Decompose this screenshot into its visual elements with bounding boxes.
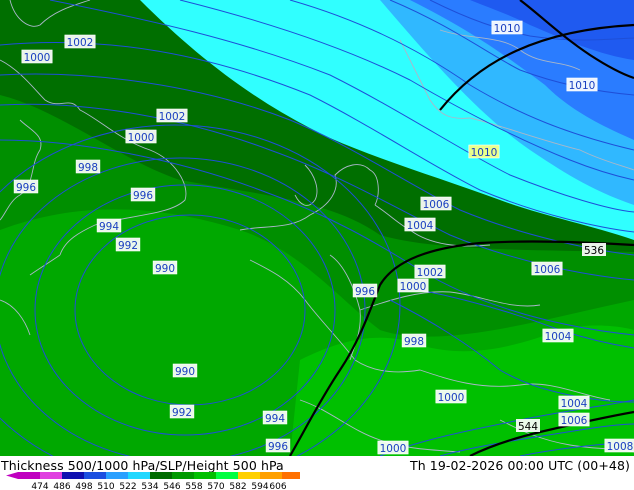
colorbar-swatch: [106, 472, 128, 479]
isobar-label-text: 992: [118, 240, 138, 252]
isobar-label: 990: [172, 363, 198, 378]
isobar-label: 998: [401, 333, 427, 348]
isobar-label: 1002: [414, 264, 446, 279]
isobar-label-text: 1004: [545, 331, 572, 343]
isobar-label: 1010: [566, 77, 598, 92]
colorbar-swatch: [40, 472, 62, 479]
isobar-label-text: 1004: [561, 398, 588, 410]
colorbar-swatch: [260, 472, 282, 479]
colorbar-swatches: [6, 472, 300, 479]
isobar-label: 992: [169, 404, 195, 419]
isobar-label: 1006: [420, 196, 452, 211]
isobar-label-text: 1010: [569, 80, 596, 92]
thickness-label: 544: [516, 419, 540, 433]
isobar-label-text: 1000: [128, 132, 155, 144]
isobar-label: 1000: [397, 278, 429, 293]
colorbar-tick-label: 546: [163, 482, 180, 490]
isobar-label: 990: [152, 260, 178, 275]
isobar-label: 1010: [468, 144, 500, 159]
isobar-label: 1000: [377, 440, 409, 455]
isobar-label-text: 1006: [423, 199, 450, 211]
colorbar-tick-label: 594: [251, 482, 268, 490]
isobar-label: 996: [13, 179, 39, 194]
isobar-label-text: 1010: [471, 147, 498, 159]
isobar-label: 996: [352, 283, 378, 298]
isobar-label-text: 994: [265, 413, 285, 425]
isobar-label-text: 1008: [607, 441, 634, 453]
isobar-label-text: 998: [78, 162, 98, 174]
colorbar-tick-label: 498: [75, 482, 92, 490]
isobar-label-text: 1006: [561, 415, 588, 427]
colorbar-swatch: [62, 472, 84, 479]
isobar-label-text: 992: [172, 407, 192, 419]
colorbar-tick-label: 474: [31, 482, 48, 490]
isobar-label-text: 1000: [400, 281, 427, 293]
colorbar-swatch: [128, 472, 150, 479]
isobar-label-text: 1002: [67, 37, 94, 49]
colorbar-ticks: 474 486 498 510 522 534 546 558 570 582 594 606: [31, 482, 286, 490]
isobar-label-text: 1002: [417, 267, 444, 279]
isobar-label-text: 996: [355, 286, 375, 298]
isobar-label: 1010: [491, 20, 523, 35]
thickness-label: 536: [582, 243, 606, 257]
colorbar-tick-label: 582: [229, 482, 246, 490]
colorbar-swatch: [18, 472, 40, 479]
isobar-label-text: 998: [404, 336, 424, 348]
colorbar-min-arrow: [6, 472, 18, 479]
colorbar-tick-label: 510: [97, 482, 114, 490]
colorbar-tick-label: 606: [269, 482, 286, 490]
weather-map: 1000 1002 1002 1000 998 996 996 994 992 990 990 992…: [0, 0, 634, 456]
isobar-label: 1000: [21, 49, 53, 64]
colorbar-tick-label: 486: [53, 482, 70, 490]
isobar-label-text: 996: [16, 182, 36, 194]
isobar-label: 998: [75, 159, 101, 174]
isobar-label-text: 996: [268, 441, 288, 453]
colorbar-tick-label: 534: [141, 482, 158, 490]
isobar-label-text: 1000: [24, 52, 51, 64]
isobar-label: 1004: [404, 217, 436, 232]
isobar-label: 1002: [156, 108, 188, 123]
isobar-label-text: 994: [99, 221, 119, 233]
colorbar-swatch: [194, 472, 216, 479]
colorbar-swatch: [238, 472, 260, 479]
isobar-label-text: 1006: [534, 264, 561, 276]
colorbar-swatch: [84, 472, 106, 479]
isobar-label-text: 1000: [438, 392, 465, 404]
isobar-label: 996: [265, 438, 291, 453]
thickness-label-text: 536: [584, 245, 604, 257]
isobar-label-text: 990: [175, 366, 195, 378]
isobar-label: 1002: [64, 34, 96, 49]
isobar-label: 1004: [542, 328, 574, 343]
isobar-label: 1008: [604, 438, 634, 453]
colorbar-tick-label: 558: [185, 482, 202, 490]
isobar-label-text: 990: [155, 263, 175, 275]
colorbar-swatch: [216, 472, 238, 479]
colorbar-tick-label: 522: [119, 482, 136, 490]
colorbar-swatch: [282, 472, 300, 479]
isobar-label: 1006: [558, 412, 590, 427]
isobar-label: 1004: [558, 395, 590, 410]
isobar-label-text: 1010: [494, 23, 521, 35]
thickness-label-text: 544: [518, 421, 538, 433]
isobar-label: 1000: [125, 129, 157, 144]
colorbar-swatch: [150, 472, 172, 479]
isobar-label: 994: [262, 410, 288, 425]
isobar-label-text: 1004: [407, 220, 434, 232]
isobar-label-text: 1002: [159, 111, 186, 123]
isobar-label: 1000: [435, 389, 467, 404]
valid-time: Th 19-02-2026 00:00 UTC (00+48): [409, 458, 630, 473]
thickness-colorbar: 474 486 498 510 522 534 546 558 570 582 594 606: [6, 472, 300, 490]
colorbar-swatch: [172, 472, 194, 479]
isobar-label: 994: [96, 218, 122, 233]
isobar-label-text: 1000: [380, 443, 407, 455]
isobar-label: 992: [115, 237, 141, 252]
isobar-label: 1006: [531, 261, 563, 276]
colorbar-tick-label: 570: [207, 482, 224, 490]
isobar-label-text: 996: [133, 190, 153, 202]
isobar-label: 996: [130, 187, 156, 202]
